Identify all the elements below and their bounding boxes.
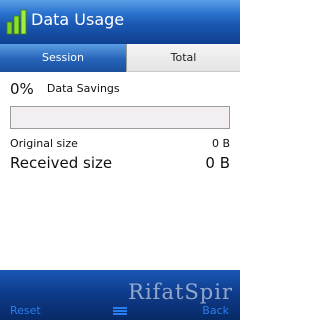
received-size-label: Received size <box>10 154 113 172</box>
savings-label: Data Savings <box>46 82 120 95</box>
savings-progress-bar <box>10 106 230 129</box>
original-size-row: Original size 0 B <box>10 136 230 152</box>
menu-icon[interactable] <box>112 306 128 316</box>
original-size-label: Original size <box>10 137 78 150</box>
bar-chart-icon <box>6 9 27 35</box>
original-size-value: 0 B <box>211 137 230 150</box>
watermark: RifatSpir <box>128 280 233 304</box>
title-bar: Data Usage <box>0 0 240 44</box>
received-size-value: 0 B <box>205 154 230 172</box>
data-savings-row: 0% Data Savings <box>10 79 120 99</box>
back-softkey[interactable]: Back <box>202 304 229 318</box>
received-size-row: Received size 0 B <box>10 153 230 173</box>
tab-bar: Session Total <box>0 44 240 72</box>
tab-session[interactable]: Session <box>0 44 126 72</box>
tab-total[interactable]: Total <box>126 44 240 72</box>
savings-percent: 0% <box>10 80 34 98</box>
app-title: Data Usage <box>31 10 125 29</box>
softkey-bar: RifatSpir Reset Back <box>0 270 240 320</box>
reset-softkey[interactable]: Reset <box>10 304 41 318</box>
